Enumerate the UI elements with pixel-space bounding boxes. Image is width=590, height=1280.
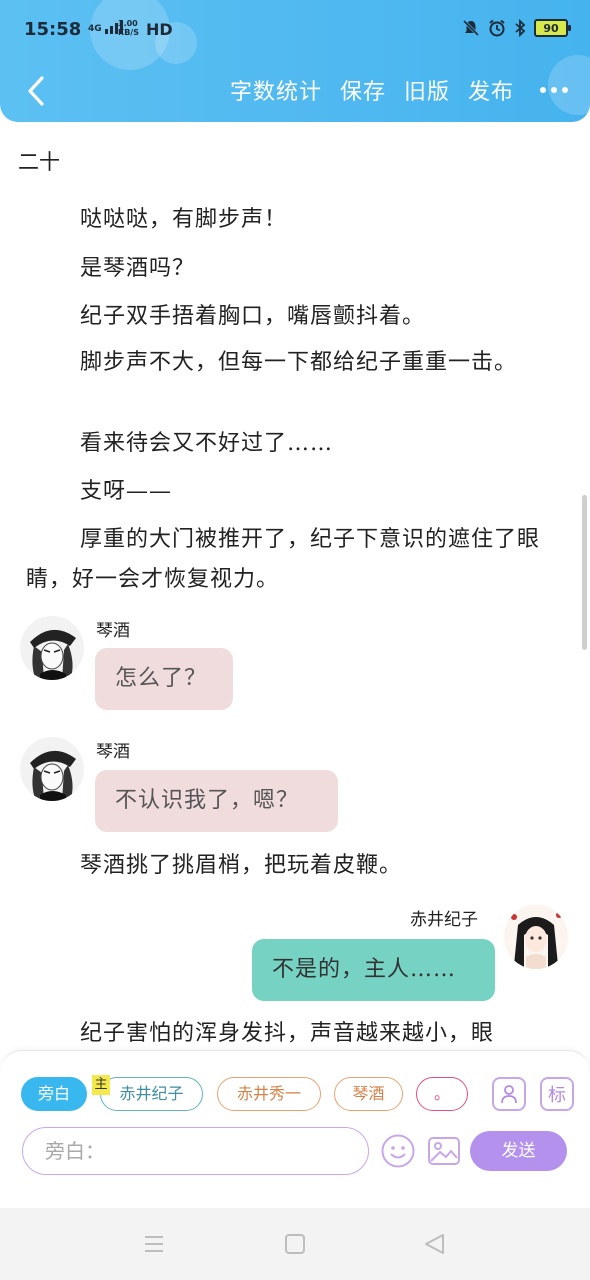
gin-avatar-image <box>20 616 84 680</box>
toolbar: 字数统计 保存 旧版 发布 <box>0 62 590 118</box>
status-bar: 15:58 4G 3.00 KB/S HD 90 <box>0 0 590 60</box>
old-version-button[interactable]: 旧版 <box>404 74 450 106</box>
chip-narration[interactable]: 旁白 <box>21 1077 87 1111</box>
tag-button[interactable]: 标 <box>540 1077 574 1111</box>
paragraph[interactable]: 纪子害怕的浑身发抖，声音越来越小，眼 <box>26 1014 556 1052</box>
back-arrow-icon[interactable] <box>22 74 52 108</box>
noriko-avatar-image <box>504 905 568 969</box>
paragraph[interactable]: 看来待会又不好过了…… <box>26 424 556 464</box>
chip-character-shuichi[interactable]: 赤井秀一 <box>217 1077 321 1111</box>
character-manage-icon[interactable] <box>492 1077 526 1111</box>
send-button[interactable]: 发送 <box>470 1131 567 1171</box>
chip-character-gin[interactable]: 琴酒 <box>334 1077 403 1111</box>
status-time: 15:58 <box>24 19 82 40</box>
dialog-bubble[interactable]: 不是的，主人…… <box>252 939 495 1001</box>
home-icon[interactable] <box>284 1232 306 1256</box>
avatar-noriko[interactable] <box>504 905 568 969</box>
battery-icon: 90 <box>534 19 571 37</box>
chip-punctuation[interactable]: 。 <box>416 1077 468 1111</box>
network-type: 4G <box>88 24 102 34</box>
app-header: 15:58 4G 3.00 KB/S HD 90 字数统计 保存 旧版 发布 <box>0 0 590 122</box>
toolbar-menu: 字数统计 保存 旧版 发布 <box>230 74 568 106</box>
paragraph[interactable]: 支呀—— <box>26 472 556 512</box>
speaker-name: 赤井纪子 <box>410 910 478 930</box>
gin-avatar-image <box>20 737 84 801</box>
status-icons: 90 <box>462 19 571 37</box>
dialog-bubble[interactable]: 不认识我了，嗯？ <box>95 770 338 832</box>
avatar-gin[interactable] <box>20 737 84 801</box>
alarm-icon <box>489 19 505 37</box>
speaker-name: 琴酒 <box>96 621 130 641</box>
image-icon[interactable] <box>426 1133 462 1169</box>
paragraph[interactable]: 是琴酒吗？ <box>26 249 556 289</box>
paragraph[interactable]: 纪子双手捂着胸口，嘴唇颤抖着。 <box>26 297 556 337</box>
publish-button[interactable]: 发布 <box>468 74 514 106</box>
word-count-button[interactable]: 字数统计 <box>230 74 322 106</box>
hd-indicator: HD <box>146 20 173 39</box>
network-speed: 3.00 KB/S <box>118 19 139 37</box>
person-icon <box>501 1085 517 1104</box>
mute-icon <box>462 19 480 37</box>
speed-unit: KB/S <box>118 28 139 37</box>
dialog-bubble[interactable]: 怎么了？ <box>95 648 233 710</box>
paragraph[interactable]: 厚重的大门被推开了，纪子下意识的遮住了眼睛，好一会才恢复视力。 <box>26 520 556 600</box>
menu-icon[interactable] <box>143 1232 165 1256</box>
chapter-title: 二十 <box>18 150 60 174</box>
paragraph[interactable]: 琴酒挑了挑眉梢，把玩着皮鞭。 <box>26 846 556 886</box>
paragraph[interactable]: 哒哒哒，有脚步声！ <box>26 200 556 240</box>
story-content[interactable]: 二十 哒哒哒，有脚步声！ 是琴酒吗？ 纪子双手捂着胸口，嘴唇颤抖着。 脚步声不大… <box>0 122 590 1052</box>
editor-panel: 旁白 赤井纪子 主 赤井秀一 琴酒 。 标 旁白： 发送 <box>0 1050 590 1211</box>
back-icon[interactable] <box>423 1232 445 1256</box>
speed-value: 3.00 <box>118 19 138 28</box>
bluetooth-icon <box>515 19 526 37</box>
main-character-tag: 主 <box>92 1075 110 1095</box>
paragraph[interactable]: 脚步声不大，但每一下都给纪子重重一击。 <box>26 343 556 383</box>
speaker-name: 琴酒 <box>96 742 130 762</box>
save-button[interactable]: 保存 <box>340 74 386 106</box>
more-menu-icon[interactable] <box>540 87 568 93</box>
system-nav-bar <box>0 1208 590 1280</box>
avatar-gin[interactable] <box>20 616 84 680</box>
dialog-input[interactable]: 旁白： <box>22 1127 369 1175</box>
chip-character-noriko[interactable]: 赤井纪子 <box>100 1077 203 1111</box>
scrollbar[interactable] <box>582 495 587 650</box>
emoji-icon[interactable] <box>380 1133 416 1169</box>
